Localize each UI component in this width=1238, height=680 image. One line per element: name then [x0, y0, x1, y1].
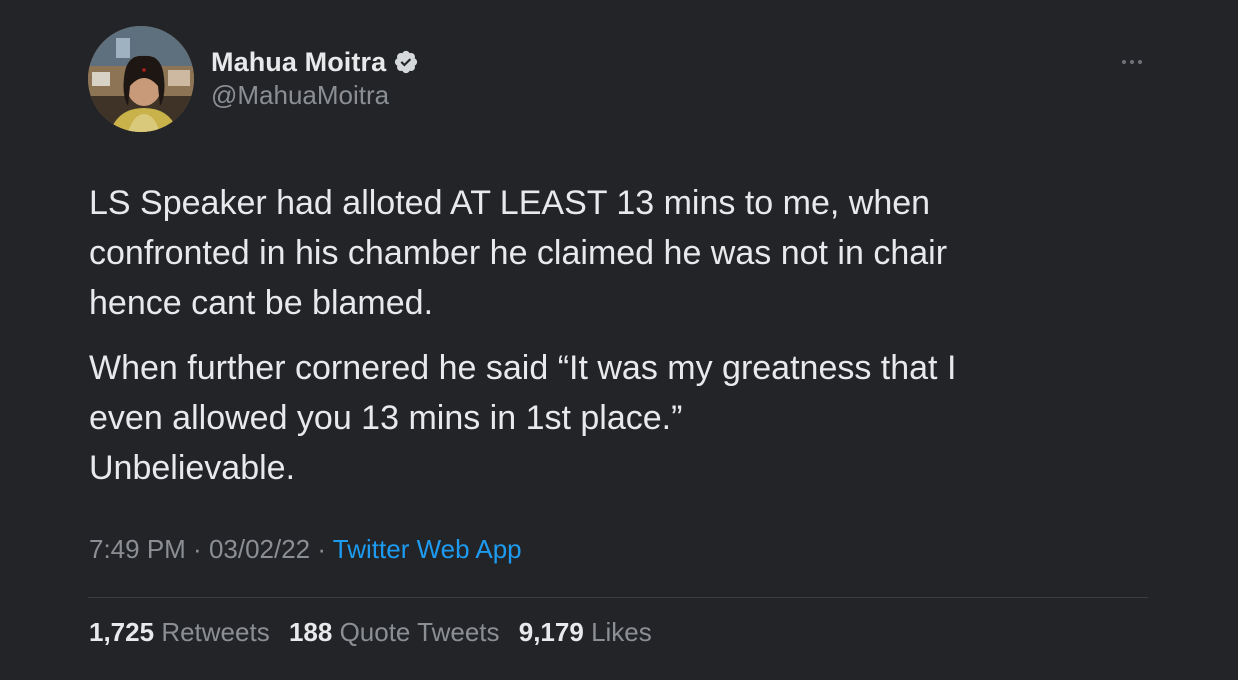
author-name-row[interactable]: Mahua Moitra [211, 44, 419, 80]
tweet-text: LS Speaker had alloted AT LEAST 13 mins … [89, 178, 1149, 493]
tweet-source-link[interactable]: Twitter Web App [333, 534, 522, 564]
meta-separator: · [185, 534, 209, 564]
likes-stat[interactable]: 9,179 Likes [519, 617, 652, 647]
quote-tweets-label: Quote Tweets [339, 617, 500, 647]
tweet-card: Mahua Moitra @MahuaMoitra LS Speaker had… [0, 0, 1238, 680]
likes-label: Likes [591, 617, 652, 647]
verified-badge-icon [395, 50, 418, 74]
tweet-meta: 7:49 PM · 03/02/22 · Twitter Web App [89, 534, 522, 565]
tweet-time[interactable]: 7:49 PM [89, 534, 186, 564]
tweet-paragraph-2: When further cornered he said “It was my… [89, 349, 957, 487]
retweets-count: 1,725 [89, 617, 155, 647]
avatar-photo [88, 26, 194, 132]
more-options-icon[interactable] [1118, 52, 1146, 72]
likes-count: 9,179 [518, 617, 584, 647]
author-handle[interactable]: @MahuaMoitra [211, 80, 389, 111]
author-display-name[interactable]: Mahua Moitra [211, 47, 386, 78]
divider [88, 597, 1148, 598]
tweet-stats: 1,725 Retweets 188 Quote Tweets 9,179 Li… [89, 617, 664, 648]
tweet-date[interactable]: 03/02/22 [209, 534, 310, 564]
meta-separator: · [310, 534, 333, 564]
tweet-paragraph-1: LS Speaker had alloted AT LEAST 13 mins … [89, 184, 948, 322]
retweets-stat[interactable]: 1,725 Retweets [89, 617, 270, 647]
avatar[interactable] [88, 26, 194, 132]
retweets-label: Retweets [161, 617, 270, 647]
quote-tweets-stat[interactable]: 188 Quote Tweets [289, 617, 500, 647]
quote-tweets-count: 188 [288, 617, 333, 647]
